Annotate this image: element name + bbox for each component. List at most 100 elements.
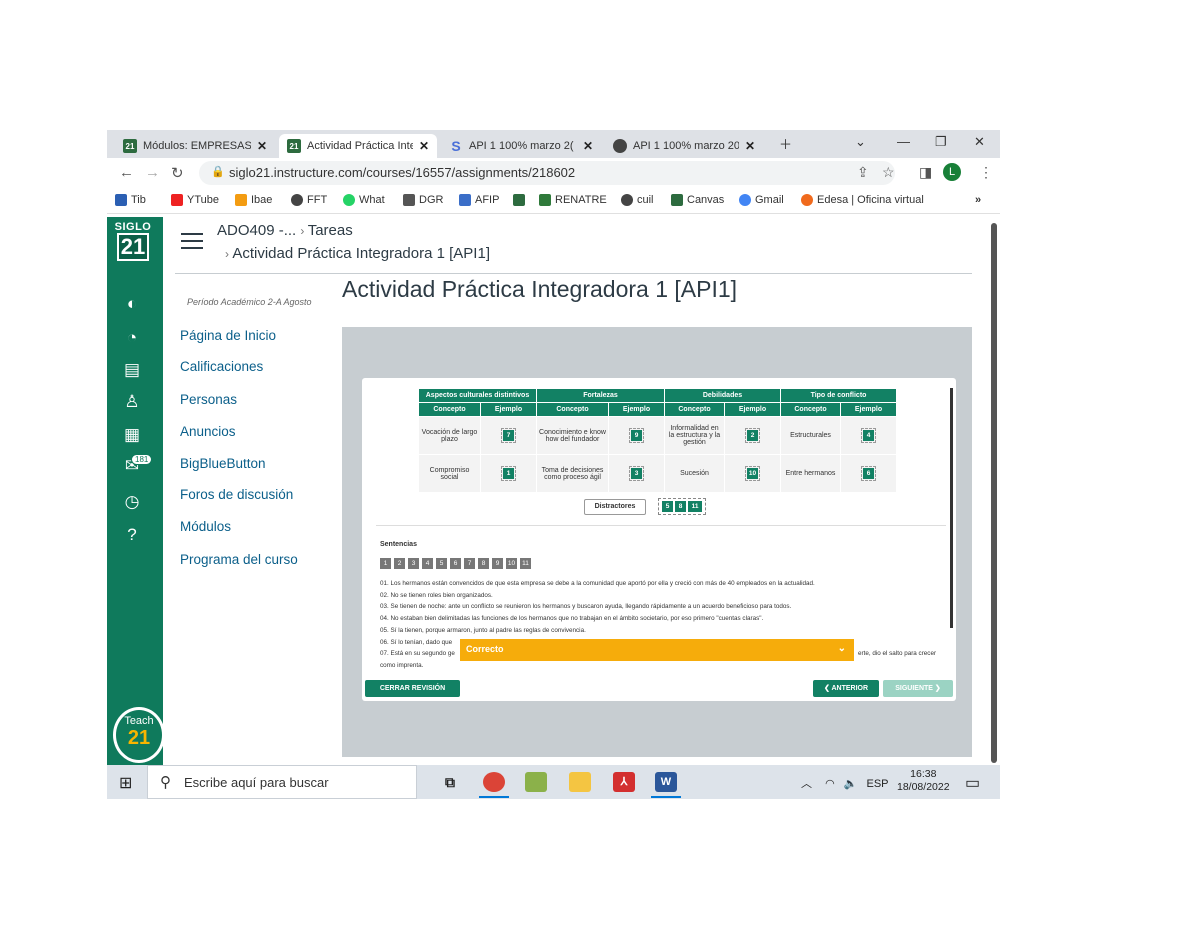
answer-chip[interactable]: 7 — [501, 428, 516, 443]
course-nav-announcements[interactable]: Anuncios — [180, 424, 236, 439]
answer-chip[interactable]: 9 — [629, 428, 644, 443]
help-icon[interactable]: ? — [121, 524, 143, 546]
menu-icon[interactable]: ⋮ — [979, 164, 993, 181]
browser-tab-active[interactable]: 21 Actividad Práctica Integ ✕ — [279, 134, 437, 158]
bookmark[interactable]: cuil — [621, 194, 654, 206]
next-button[interactable]: SIGUIENTE ❯ — [883, 680, 953, 697]
siglo21-logo[interactable]: SIGLO 21 — [112, 221, 154, 261]
distractor-chip[interactable]: 5 — [662, 501, 673, 512]
dashboard-icon[interactable]: ◔ — [121, 327, 143, 349]
share-icon[interactable]: ⇪ — [857, 164, 869, 181]
reload-icon[interactable]: ↻ — [171, 164, 184, 182]
breadcrumb-course[interactable]: ADO409 -... — [217, 222, 296, 239]
distractor-chip[interactable]: 8 — [675, 501, 686, 512]
sentence-number[interactable]: 9 — [492, 558, 503, 569]
bookmark[interactable]: What — [343, 194, 385, 206]
bookmark[interactable]: Ibae — [235, 194, 272, 206]
close-tab-icon[interactable]: ✕ — [419, 139, 429, 153]
bookmark[interactable]: YTube — [171, 194, 219, 206]
sentence-number[interactable]: 10 — [506, 558, 517, 569]
courses-icon[interactable]: ▤ — [121, 359, 143, 381]
bookmark[interactable]: FFT — [291, 194, 327, 206]
browser-tab[interactable]: 21 Módulos: EMPRESAS F ✕ — [115, 134, 275, 158]
bookmark[interactable] — [513, 194, 529, 206]
groups-icon[interactable]: ♙ — [121, 391, 143, 413]
file-explorer-icon[interactable] — [569, 772, 591, 792]
bookmark[interactable]: Gmail — [739, 194, 784, 206]
bookmark[interactable]: Canvas — [671, 194, 724, 206]
new-tab-icon[interactable]: ＋ — [779, 134, 792, 153]
minimize-icon[interactable]: — — [897, 134, 910, 149]
answer-chip[interactable]: 4 — [861, 428, 876, 443]
history-icon[interactable]: ◷ — [121, 491, 143, 513]
sentence-number[interactable]: 8 — [478, 558, 489, 569]
page-title: Actividad Práctica Integradora 1 [API1] — [342, 276, 738, 302]
sentence-number[interactable]: 11 — [520, 558, 531, 569]
url-input[interactable]: 🔒 siglo21.instructure.com/courses/16557/… — [199, 161, 895, 185]
previous-button[interactable]: ❮ ANTERIOR — [813, 680, 879, 697]
distractor-chip[interactable]: 11 — [688, 501, 702, 512]
notification-icon[interactable]: ▭ — [965, 773, 980, 793]
account-icon[interactable]: ◐ — [121, 293, 143, 315]
taskbar-clock[interactable]: 16:38 18/08/2022 — [897, 768, 950, 794]
answer-chip[interactable]: 6 — [861, 466, 876, 481]
activity-scrollbar[interactable] — [950, 388, 953, 628]
bookmark[interactable]: DGR — [403, 194, 443, 206]
close-tab-icon[interactable]: ✕ — [257, 139, 267, 153]
course-nav-grades[interactable]: Calificaciones — [180, 359, 263, 374]
chevron-down-icon[interactable]: ⌄ — [838, 643, 846, 654]
browser-tab[interactable]: S API 1 100% marzo 2( ✕ — [441, 134, 601, 158]
sentence-number[interactable]: 6 — [450, 558, 461, 569]
answer-chip[interactable]: 2 — [745, 428, 760, 443]
teach21-badge[interactable]: Teach 21 — [113, 707, 165, 763]
browser-tab[interactable]: API 1 100% marzo 20 ✕ — [605, 134, 763, 158]
page-scrollbar[interactable] — [991, 223, 997, 763]
close-tab-icon[interactable]: ✕ — [745, 139, 755, 153]
breadcrumb-section[interactable]: Tareas — [308, 222, 353, 239]
close-tab-icon[interactable]: ✕ — [583, 139, 593, 153]
profile-avatar[interactable]: L — [943, 163, 961, 181]
sentence-number[interactable]: 5 — [436, 558, 447, 569]
bookmark[interactable]: AFIP — [459, 194, 499, 206]
sidepanel-icon[interactable]: ◨ — [919, 164, 932, 181]
chevron-up-icon[interactable]: ︿ — [801, 778, 812, 790]
network-icon[interactable]: ◠ — [825, 778, 835, 790]
taskbar-search-input[interactable]: ⚲ Escribe aquí para buscar — [147, 765, 417, 799]
task-view-icon[interactable]: ⧉ — [439, 772, 461, 792]
sentence-number[interactable]: 4 — [422, 558, 433, 569]
sentence-number[interactable]: 2 — [394, 558, 405, 569]
close-window-icon[interactable]: ✕ — [974, 134, 985, 150]
bookmark[interactable]: Edesa | Oficina virtual — [801, 194, 924, 206]
answer-chip[interactable]: 10 — [745, 466, 760, 481]
close-review-button[interactable]: CERRAR REVISIÓN — [365, 680, 460, 697]
bookmark[interactable]: Tib — [115, 194, 146, 206]
answer-chip[interactable]: 3 — [629, 466, 644, 481]
restore-icon[interactable]: ❐ — [935, 134, 947, 150]
volume-icon[interactable]: 🔈 — [844, 778, 858, 790]
plant-app-icon[interactable] — [525, 772, 547, 792]
bookmark[interactable]: RENATRE — [539, 194, 607, 206]
windows-start-icon[interactable]: ⊞ — [119, 773, 132, 793]
language-indicator[interactable]: ESP — [867, 778, 889, 790]
word-icon[interactable]: W — [655, 772, 677, 792]
back-icon[interactable]: ← — [119, 164, 134, 181]
course-nav-syllabus[interactable]: Programa del curso — [180, 552, 298, 567]
forward-icon[interactable]: → — [145, 164, 160, 181]
course-nav-people[interactable]: Personas — [180, 392, 237, 407]
sentence-number[interactable]: 1 — [380, 558, 391, 569]
course-nav-bigbluebutton[interactable]: BigBlueButton — [180, 456, 266, 471]
sentence-number[interactable]: 7 — [464, 558, 475, 569]
course-nav-modules[interactable]: Módulos — [180, 519, 231, 534]
bookmark-star-icon[interactable]: ☆ — [882, 164, 895, 181]
tab-search-icon[interactable]: ⌄ — [855, 134, 866, 150]
acrobat-icon[interactable]: ⅄ — [613, 772, 635, 792]
course-nav-home[interactable]: Página de Inicio — [180, 328, 276, 343]
chrome-icon[interactable] — [483, 772, 505, 792]
calendar-icon[interactable]: ▦ — [121, 424, 143, 446]
distractors-dropzone[interactable]: 5 8 11 — [658, 498, 706, 515]
answer-chip[interactable]: 1 — [501, 466, 516, 481]
more-bookmarks-icon[interactable]: » — [975, 194, 981, 206]
sentence-number[interactable]: 3 — [408, 558, 419, 569]
course-nav-discussions[interactable]: Foros de discusión — [180, 487, 293, 502]
hamburger-icon[interactable] — [181, 233, 203, 254]
